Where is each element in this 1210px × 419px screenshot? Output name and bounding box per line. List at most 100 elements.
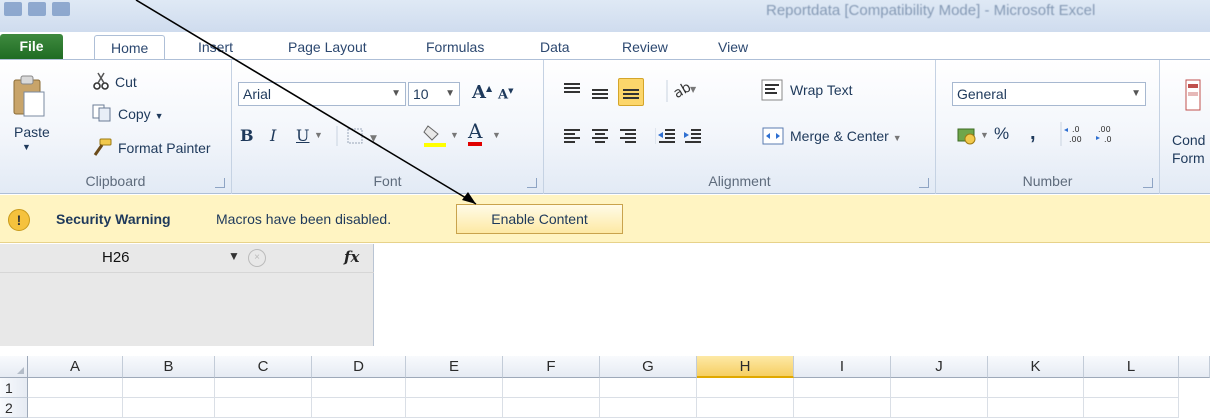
cell-e2[interactable]	[406, 398, 503, 418]
column-header-j[interactable]: J	[891, 356, 988, 378]
cell-g2[interactable]	[600, 398, 697, 418]
clipboard-launcher-icon[interactable]	[215, 178, 225, 188]
tab-home[interactable]: Home	[94, 35, 166, 60]
cell-e1[interactable]	[406, 378, 503, 398]
column-header-f[interactable]: F	[503, 356, 600, 378]
orientation-icon[interactable]: ab ▼	[666, 80, 700, 102]
underline-dropdown-icon[interactable]: ▼	[314, 130, 323, 140]
column-header-l[interactable]: L	[1084, 356, 1179, 378]
cell-d2[interactable]	[312, 398, 406, 418]
cut-icon[interactable]	[92, 72, 110, 90]
underline-button[interactable]: U	[296, 126, 309, 145]
font-name-combo[interactable]: Arial ▼	[238, 82, 406, 106]
shrink-font-button[interactable]: A▼	[498, 86, 513, 102]
cancel-icon[interactable]: ×	[248, 249, 266, 267]
format-painter-icon[interactable]	[92, 138, 112, 156]
cell-j2[interactable]	[891, 398, 988, 418]
excel-app-icon[interactable]	[4, 2, 22, 16]
cell-b1[interactable]	[123, 378, 215, 398]
accounting-format-icon[interactable]	[956, 124, 978, 146]
tab-insert[interactable]: Insert	[196, 35, 235, 60]
column-header-d[interactable]: D	[312, 356, 406, 378]
cell-h1[interactable]	[697, 378, 794, 398]
insert-function-icon[interactable]: fx	[344, 248, 359, 266]
cell-f1[interactable]	[503, 378, 600, 398]
wrap-text-icon[interactable]	[760, 78, 784, 102]
enable-content-button[interactable]: Enable Content	[456, 204, 623, 234]
cell-a2[interactable]	[28, 398, 123, 418]
tab-review[interactable]: Review	[620, 35, 670, 60]
cell-k1[interactable]	[988, 378, 1084, 398]
font-launcher-icon[interactable]	[527, 178, 537, 188]
save-icon[interactable]	[28, 2, 46, 16]
accounting-dropdown-icon[interactable]: ▼	[980, 130, 989, 140]
italic-button[interactable]: I	[270, 126, 276, 145]
font-color-button[interactable]: A	[468, 120, 483, 146]
conditional-formatting-icon[interactable]	[1180, 78, 1204, 114]
align-bottom-icon[interactable]	[618, 78, 644, 106]
font-color-dropdown-icon[interactable]: ▼	[492, 130, 501, 140]
cell-i2[interactable]	[794, 398, 891, 418]
align-left-icon[interactable]	[560, 126, 584, 146]
cell-k2[interactable]	[988, 398, 1084, 418]
borders-button[interactable]: ▼	[336, 126, 388, 146]
column-header-e[interactable]: E	[406, 356, 503, 378]
alignment-launcher-icon[interactable]	[919, 178, 929, 188]
cell-c1[interactable]	[215, 378, 312, 398]
name-box[interactable]: H26	[0, 244, 244, 272]
cell-j1[interactable]	[891, 378, 988, 398]
column-header-i[interactable]: I	[794, 356, 891, 378]
decrease-decimal-icon[interactable]: .00.0	[1092, 122, 1122, 146]
column-header-g[interactable]: G	[600, 356, 697, 378]
row-header-1[interactable]: 1	[0, 378, 28, 398]
decrease-indent-icon[interactable]	[654, 126, 678, 146]
align-right-icon[interactable]	[616, 126, 640, 146]
merge-center-icon[interactable]	[762, 126, 784, 146]
cell-a1[interactable]	[28, 378, 123, 398]
tab-file[interactable]: File	[0, 34, 63, 60]
paste-icon[interactable]	[10, 74, 46, 118]
increase-decimal-icon[interactable]: .0.00	[1060, 122, 1090, 146]
cell-b2[interactable]	[123, 398, 215, 418]
conditional-formatting-label-2[interactable]: Form	[1172, 150, 1205, 166]
wrap-text-button[interactable]: Wrap Text	[790, 82, 853, 98]
number-format-combo[interactable]: General ▼	[952, 82, 1146, 106]
column-header-k[interactable]: K	[988, 356, 1084, 378]
cell-i1[interactable]	[794, 378, 891, 398]
align-top-icon[interactable]	[562, 80, 582, 100]
paste-button[interactable]: Paste	[14, 124, 50, 140]
column-header-h[interactable]: H	[697, 356, 794, 378]
cell-c2[interactable]	[215, 398, 312, 418]
row-header-2[interactable]: 2	[0, 398, 28, 418]
percent-style-button[interactable]: %	[994, 124, 1009, 144]
tab-formulas[interactable]: Formulas	[424, 35, 486, 60]
increase-indent-icon[interactable]	[680, 126, 704, 146]
column-header-b[interactable]: B	[123, 356, 215, 378]
copy-icon[interactable]	[92, 104, 112, 122]
conditional-formatting-label-1[interactable]: Cond	[1172, 132, 1205, 148]
cell-l2[interactable]	[1084, 398, 1179, 418]
merge-center-button[interactable]: Merge & Center ▼	[790, 128, 902, 144]
cell-h2[interactable]	[697, 398, 794, 418]
chevron-down-icon[interactable]: ▼	[228, 249, 240, 263]
number-launcher-icon[interactable]	[1143, 178, 1153, 188]
grow-font-button[interactable]: A▲	[472, 82, 492, 103]
align-middle-icon[interactable]	[590, 84, 610, 104]
font-size-combo[interactable]: 10 ▼	[408, 82, 460, 106]
tab-page-layout[interactable]: Page Layout	[286, 35, 369, 60]
copy-button[interactable]: Copy ▼	[118, 106, 164, 122]
column-header-a[interactable]: A	[28, 356, 123, 378]
select-all-corner[interactable]	[0, 356, 28, 378]
bold-button[interactable]: B	[240, 126, 254, 145]
comma-style-button[interactable]: ,	[1030, 122, 1036, 145]
undo-icon[interactable]	[52, 2, 70, 16]
tab-data[interactable]: Data	[538, 35, 572, 60]
cell-d1[interactable]	[312, 378, 406, 398]
cell-g1[interactable]	[600, 378, 697, 398]
fill-color-icon[interactable]	[422, 122, 448, 148]
fill-color-dropdown-icon[interactable]: ▼	[450, 130, 459, 140]
format-painter-button[interactable]: Format Painter	[118, 140, 211, 156]
column-header-c[interactable]: C	[215, 356, 312, 378]
paste-dropdown-icon[interactable]: ▼	[22, 142, 31, 152]
cut-button[interactable]: Cut	[115, 74, 137, 90]
